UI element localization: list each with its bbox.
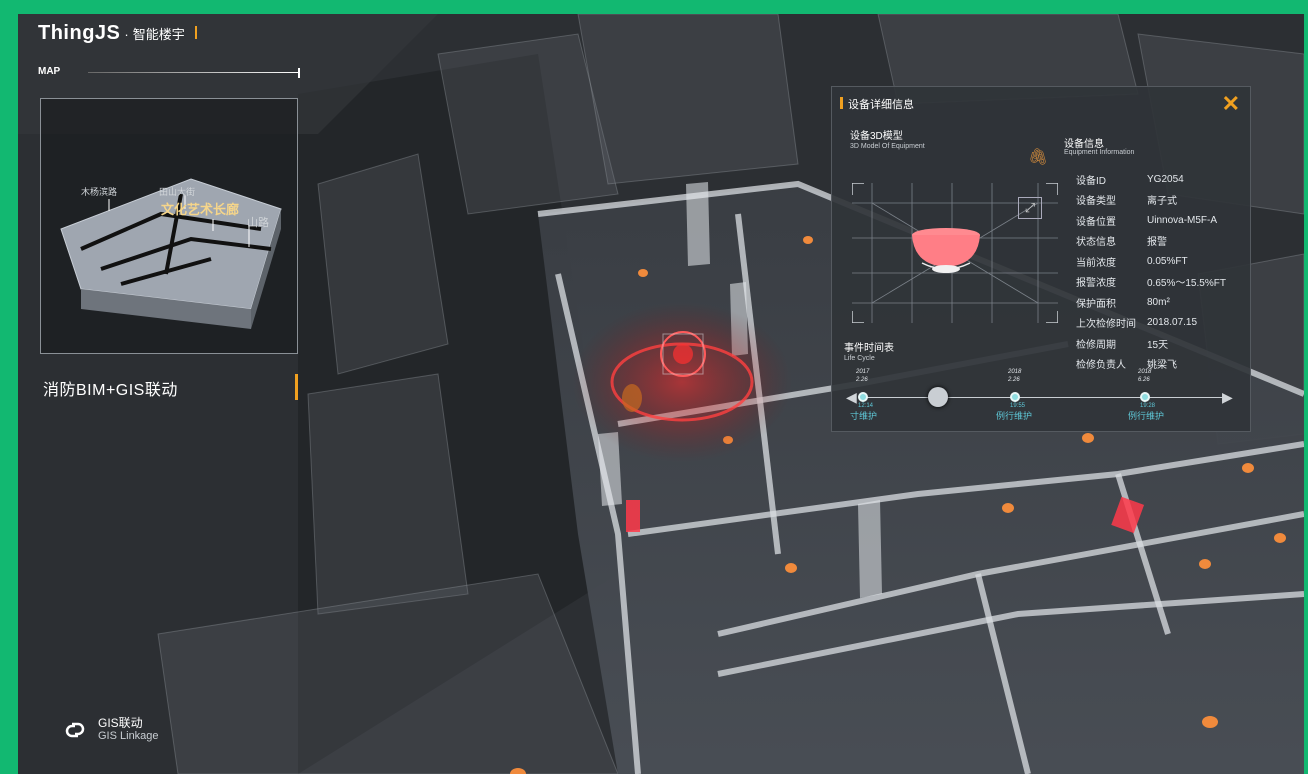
info-key: 状态信息 (1076, 237, 1116, 249)
timeline-date: 6.26 (1138, 377, 1150, 383)
equipment-detail-panel: 设备详细信息 ✕ 设备3D模型 3D Model Of Equipment 🖇 … (831, 86, 1251, 432)
info-key: 设备类型 (1076, 196, 1116, 208)
brand-subtitle: 智能楼宇 (132, 27, 185, 42)
info-value: 报警 (1147, 237, 1167, 249)
section-title: 消防BIM+GIS联动 (43, 382, 178, 399)
info-key: 检修周期 (1076, 339, 1116, 351)
info-key: 保护面积 (1076, 298, 1116, 310)
info-key: 报警浓度 (1076, 278, 1116, 290)
info-value: 离子式 (1147, 196, 1177, 208)
info-key: 设备ID (1076, 175, 1106, 187)
link-icon (62, 717, 88, 743)
gis-linkage-sublabel: GIS Linkage (98, 730, 159, 742)
info-row: 上次检修时间 2018.07.15 (1076, 313, 1226, 334)
timeline-node[interactable] (1140, 392, 1150, 402)
timeline-node[interactable] (858, 392, 868, 402)
app-frame: ThingJS · 智能楼宇 MAP 木杨滨路 田山大街 文化艺术长廊 山路 消… (0, 0, 1308, 774)
minimap-street-label: 木杨滨路 (81, 187, 118, 197)
panel-accent-bar (840, 97, 843, 109)
info-key: 上次检修时间 (1076, 319, 1136, 331)
timeline-track (860, 397, 1222, 398)
info-row: 检修周期 15天 (1076, 333, 1226, 354)
minimap-street-label: 田山大街 (159, 187, 196, 197)
info-value: 80m² (1147, 296, 1170, 308)
info-key: 检修负责人 (1076, 360, 1126, 372)
panel-title: 设备详细信息 (848, 99, 914, 111)
info-value: 姚梁飞 (1147, 360, 1177, 372)
timeline-year: 2017 (856, 369, 870, 375)
timeline-event-label[interactable]: 例行维护 (1128, 409, 1164, 422)
lifecycle-title: 事件时间表 (844, 343, 894, 354)
timeline-prev-icon[interactable]: ◀ (846, 389, 857, 406)
map-divider (88, 72, 298, 73)
timeline-year: 2018 (1138, 369, 1152, 375)
map-divider-tick (298, 68, 300, 78)
gis-linkage-label: GIS联动 (98, 716, 143, 730)
info-title: 设备信息 (1064, 139, 1104, 150)
info-row: 设备ID YG2054 (1076, 169, 1226, 190)
brand-dot: · (124, 27, 129, 42)
timeline-slider-handle[interactable] (928, 387, 948, 407)
section-accent-bar (295, 374, 298, 400)
timeline-event-label[interactable]: 例行维护 (996, 409, 1032, 422)
info-value: YG2054 (1147, 173, 1184, 185)
equipment-info-table: 设备ID YG2054 设备类型 离子式 设备位置 Uinnova-M5F-A 状态信… (1076, 169, 1226, 374)
info-value: 2018.07.15 (1147, 317, 1198, 329)
info-subtitle: Equipment Information (1064, 149, 1135, 156)
minimap-highlight-label[interactable]: 文化艺术长廊 (161, 199, 239, 218)
model-subtitle: 3D Model Of Equipment (850, 143, 925, 150)
info-row: 设备位置 Uinnova-M5F-A (1076, 210, 1226, 231)
timeline-date: 2.26 (856, 377, 868, 383)
lifecycle-subtitle: Life Cycle (844, 355, 875, 362)
timeline-node[interactable] (1010, 392, 1020, 402)
paperclip-icon[interactable]: 🖇 (1028, 147, 1048, 167)
gis-linkage-button[interactable]: GIS联动 GIS Linkage (62, 717, 159, 743)
info-row: 当前浓度 0.05%FT (1076, 251, 1226, 272)
close-icon[interactable]: ✕ (1222, 91, 1240, 117)
minimap-side-label: 山路 (247, 217, 269, 229)
timeline-date: 2.26 (1008, 377, 1020, 383)
minimap[interactable]: 木杨滨路 田山大街 文化艺术长廊 山路 (40, 98, 298, 354)
info-row: 设备类型 离子式 (1076, 190, 1226, 211)
info-row: 状态信息 报警 (1076, 231, 1226, 252)
timeline-year: 2018 (1008, 369, 1022, 375)
timeline-next-icon[interactable]: ▶ (1222, 389, 1233, 406)
expand-icon[interactable]: ⤢ (1018, 197, 1042, 219)
info-value: 0.05%FT (1147, 255, 1188, 267)
brand-logo: ThingJS · 智能楼宇 (38, 22, 197, 45)
map-label: MAP (38, 66, 61, 77)
model-title: 设备3D模型 (850, 131, 903, 142)
timeline-event-label[interactable]: 寸维护 (850, 409, 877, 422)
brand-name: ThingJS (38, 22, 121, 44)
info-row: 报警浓度 0.65%～15.5%FT (1076, 272, 1226, 293)
info-key: 设备位置 (1076, 216, 1116, 228)
info-value: 0.65%～15.5%FT (1147, 278, 1226, 290)
info-key: 当前浓度 (1076, 257, 1116, 269)
info-row: 保护面积 80m² (1076, 292, 1226, 313)
info-value: 15天 (1147, 339, 1169, 351)
brand-accent-bar (194, 26, 197, 39)
info-value: Uinnova-M5F-A (1147, 214, 1218, 226)
